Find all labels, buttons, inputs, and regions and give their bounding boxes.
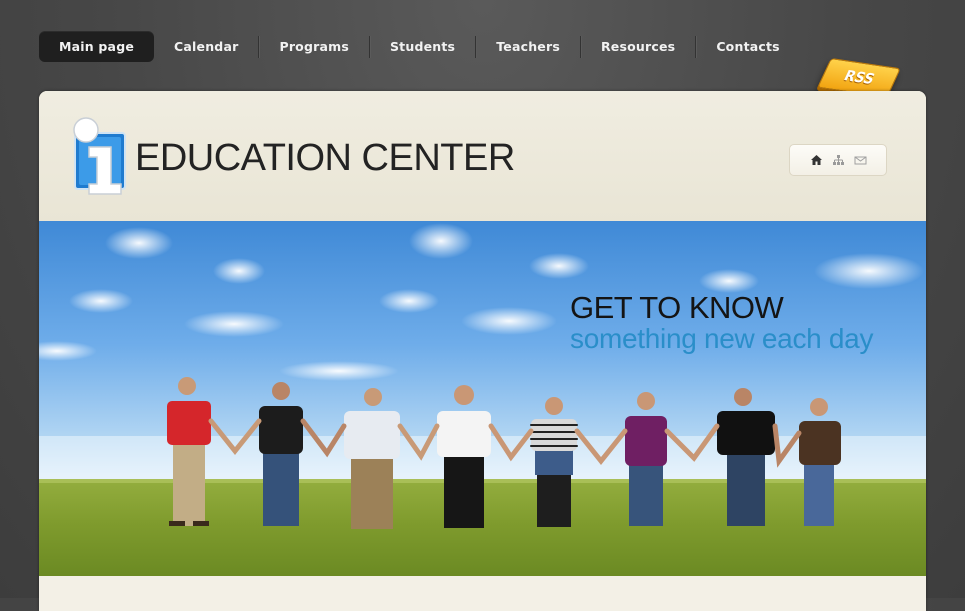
nav-resources[interactable]: Resources [581, 31, 695, 62]
content-area-top [39, 576, 926, 611]
hero-banner: GET TO KNOW something new each day [39, 221, 926, 576]
site-header: EDUCATION CENTER [39, 91, 926, 221]
banner-subline: something new each day [570, 323, 874, 354]
nav-main-page[interactable]: Main page [39, 31, 155, 62]
people-holding-hands-photo [39, 223, 926, 576]
utility-icons [789, 144, 887, 176]
content-panel: EDUCATION CENTER GET TO KNOW something n… [39, 91, 926, 611]
sitemap-icon[interactable] [832, 154, 845, 166]
nav-programs[interactable]: Programs [259, 31, 369, 62]
nav-calendar[interactable]: Calendar [154, 31, 258, 62]
info-i-icon[interactable] [67, 116, 133, 196]
nav-contacts[interactable]: Contacts [696, 31, 800, 62]
nav-students[interactable]: Students [370, 31, 475, 62]
main-nav: Main page Calendar Programs Students Tea… [39, 31, 800, 62]
banner-headline: GET TO KNOW [570, 290, 784, 325]
home-icon[interactable] [810, 154, 823, 166]
mail-icon[interactable] [854, 154, 867, 166]
nav-teachers[interactable]: Teachers [476, 31, 580, 62]
site-title[interactable]: EDUCATION CENTER [135, 136, 515, 180]
